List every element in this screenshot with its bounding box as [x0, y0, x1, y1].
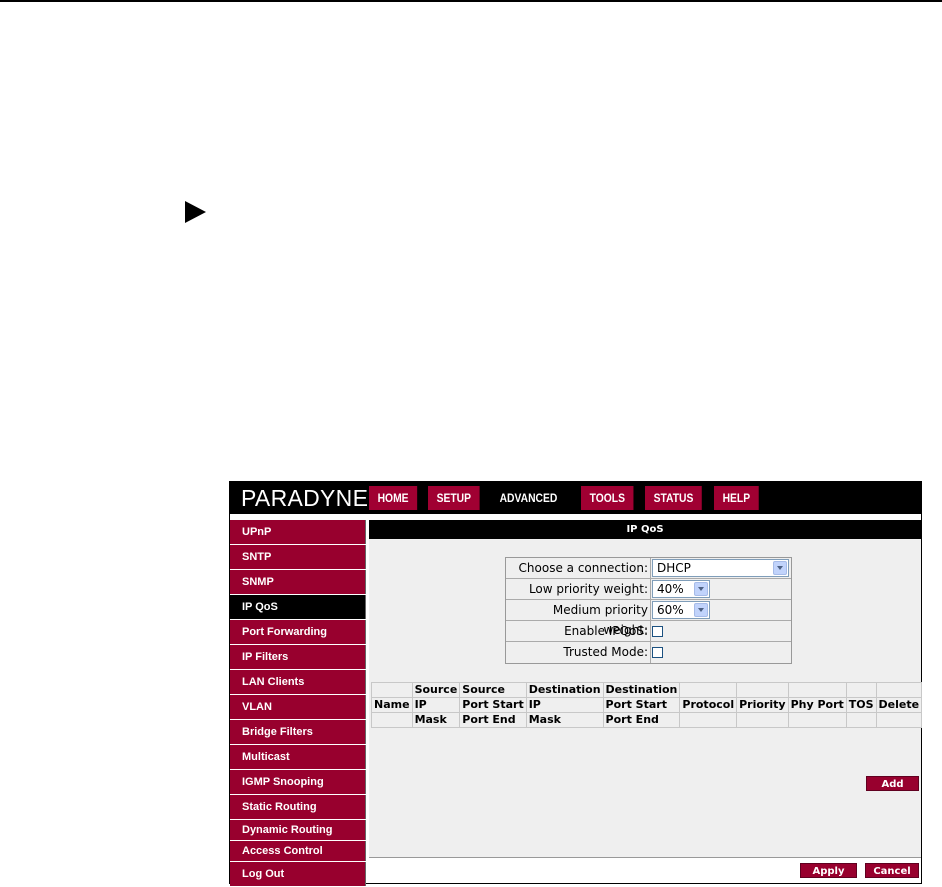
chevron-down-icon	[694, 603, 708, 617]
router-admin-window: PARADYNE HOME SETUP ADVANCED TOOLS STATU…	[229, 481, 923, 887]
nav-tab-help[interactable]: HELP	[714, 486, 760, 510]
sidebar-item-igmp-snooping[interactable]: IGMP Snooping	[230, 770, 366, 794]
enable-ipqos-row: Enable IPQoS:	[506, 621, 791, 642]
table-header-cell	[787, 712, 847, 728]
table-header-row: Mask Port End Mask Port End	[371, 712, 923, 728]
sidebar-item-ip-qos[interactable]: IP QoS	[230, 595, 366, 619]
sidebar-item-sntp[interactable]: SNTP	[230, 545, 366, 569]
table-header-cell: IP	[525, 697, 604, 713]
table-header-cell: Delete	[875, 697, 923, 713]
medium-priority-select-value: 60%	[657, 603, 684, 617]
table-header-row: Name IP Port Start IP Port Start Protoco…	[371, 697, 923, 713]
connection-select[interactable]: DHCP	[652, 559, 789, 577]
page-top-rule	[0, 0, 942, 2]
sidebar-item-static-routing[interactable]: Static Routing	[230, 795, 366, 819]
table-header-cell	[736, 682, 789, 698]
cancel-button[interactable]: Cancel	[865, 863, 919, 878]
sidebar-item-lan-clients[interactable]: LAN Clients	[230, 670, 366, 694]
table-header-cell	[679, 712, 738, 728]
table-header-cell: Priority	[736, 697, 789, 713]
apply-button[interactable]: Apply	[800, 863, 857, 878]
table-header-cell: IP	[411, 697, 461, 713]
low-priority-select-value: 40%	[657, 582, 684, 596]
table-header-cell: Protocol	[679, 697, 738, 713]
enable-ipqos-label: Enable IPQoS:	[506, 621, 651, 641]
nav-tab-tools[interactable]: TOOLS	[581, 486, 634, 510]
sidebar-item-bridge-filters[interactable]: Bridge Filters	[230, 720, 366, 744]
sidebar-item-vlan[interactable]: VLAN	[230, 695, 366, 719]
trusted-mode-row: Trusted Mode:	[506, 642, 791, 663]
table-header-cell	[787, 682, 847, 698]
table-header-cell: Source	[411, 682, 461, 698]
sidebar-item-dynamic-routing[interactable]: Dynamic Routing	[230, 820, 366, 840]
chevron-down-icon	[773, 561, 787, 575]
page-title: IP QoS	[369, 520, 921, 539]
add-button[interactable]: Add	[866, 776, 919, 791]
connection-row: Choose a connection: DHCP	[506, 558, 791, 579]
table-header-cell: Port Start	[602, 697, 681, 713]
low-priority-row: Low priority weight: 40%	[506, 579, 791, 600]
sidebar-item-multicast[interactable]: Multicast	[230, 745, 366, 769]
main-nav: HOME SETUP ADVANCED TOOLS STATUS HELP	[369, 486, 770, 510]
step-arrow-icon	[185, 201, 206, 223]
table-header-cell	[679, 682, 738, 698]
trusted-mode-label: Trusted Mode:	[506, 642, 651, 663]
content-body: Choose a connection: DHCP Low priority w…	[369, 539, 923, 857]
table-header-cell: Port End	[602, 712, 681, 728]
table-header-cell: Mask	[525, 712, 604, 728]
nav-tab-home[interactable]: HOME	[369, 486, 418, 510]
nav-tab-status[interactable]: STATUS	[645, 486, 703, 510]
nav-tab-advanced[interactable]: ADVANCED	[491, 486, 566, 510]
sidebar: UPnP SNTP SNMP IP QoS Port Forwarding IP…	[230, 520, 366, 887]
content-panel: IP QoS Choose a connection: DHCP Low pri…	[369, 520, 923, 883]
table-header-cell	[845, 712, 877, 728]
table-header-cell: Destination	[525, 682, 604, 698]
connection-label: Choose a connection:	[506, 558, 651, 578]
sidebar-item-port-forwarding[interactable]: Port Forwarding	[230, 620, 366, 644]
table-header-cell	[371, 712, 413, 728]
top-bar: PARADYNE HOME SETUP ADVANCED TOOLS STATU…	[230, 482, 921, 514]
sidebar-item-access-control[interactable]: Access Control	[230, 841, 366, 861]
table-header-cell: Source	[459, 682, 527, 698]
table-header-cell: Phy Port	[787, 697, 847, 713]
table-header-cell	[736, 712, 789, 728]
table-header-cell	[875, 712, 923, 728]
sidebar-item-snmp[interactable]: SNMP	[230, 570, 366, 594]
connection-select-value: DHCP	[657, 561, 691, 575]
table-header-cell: Name	[371, 697, 413, 713]
table-header-cell	[875, 682, 923, 698]
medium-priority-row: Medium priority weight: 60%	[506, 600, 791, 637]
table-header-cell: Port End	[459, 712, 527, 728]
sidebar-item-log-out[interactable]: Log Out	[230, 862, 366, 886]
low-priority-label: Low priority weight:	[506, 579, 651, 599]
medium-priority-label: Medium priority weight:	[506, 600, 651, 637]
table-header-cell: TOS	[845, 697, 877, 713]
trusted-mode-checkbox[interactable]	[652, 647, 663, 658]
enable-ipqos-checkbox[interactable]	[652, 626, 663, 637]
table-header-cell	[845, 682, 877, 698]
table-header-cell	[371, 682, 413, 698]
qos-rules-table: Source Source Destination Destination Na…	[371, 682, 923, 728]
brand-logo: PARADYNE	[241, 485, 369, 511]
table-header-cell: Destination	[602, 682, 681, 698]
medium-priority-select[interactable]: 60%	[652, 601, 710, 619]
sidebar-item-upnp[interactable]: UPnP	[230, 520, 366, 544]
nav-tab-setup[interactable]: SETUP	[428, 486, 480, 510]
table-header-cell: Mask	[411, 712, 461, 728]
table-header-cell: Port Start	[459, 697, 527, 713]
chevron-down-icon	[694, 582, 708, 596]
sidebar-item-ip-filters[interactable]: IP Filters	[230, 645, 366, 669]
content-footer: Apply Cancel	[369, 857, 921, 883]
qos-settings-form: Choose a connection: DHCP Low priority w…	[505, 557, 792, 664]
low-priority-select[interactable]: 40%	[652, 580, 710, 598]
table-header-row: Source Source Destination Destination	[371, 682, 923, 698]
